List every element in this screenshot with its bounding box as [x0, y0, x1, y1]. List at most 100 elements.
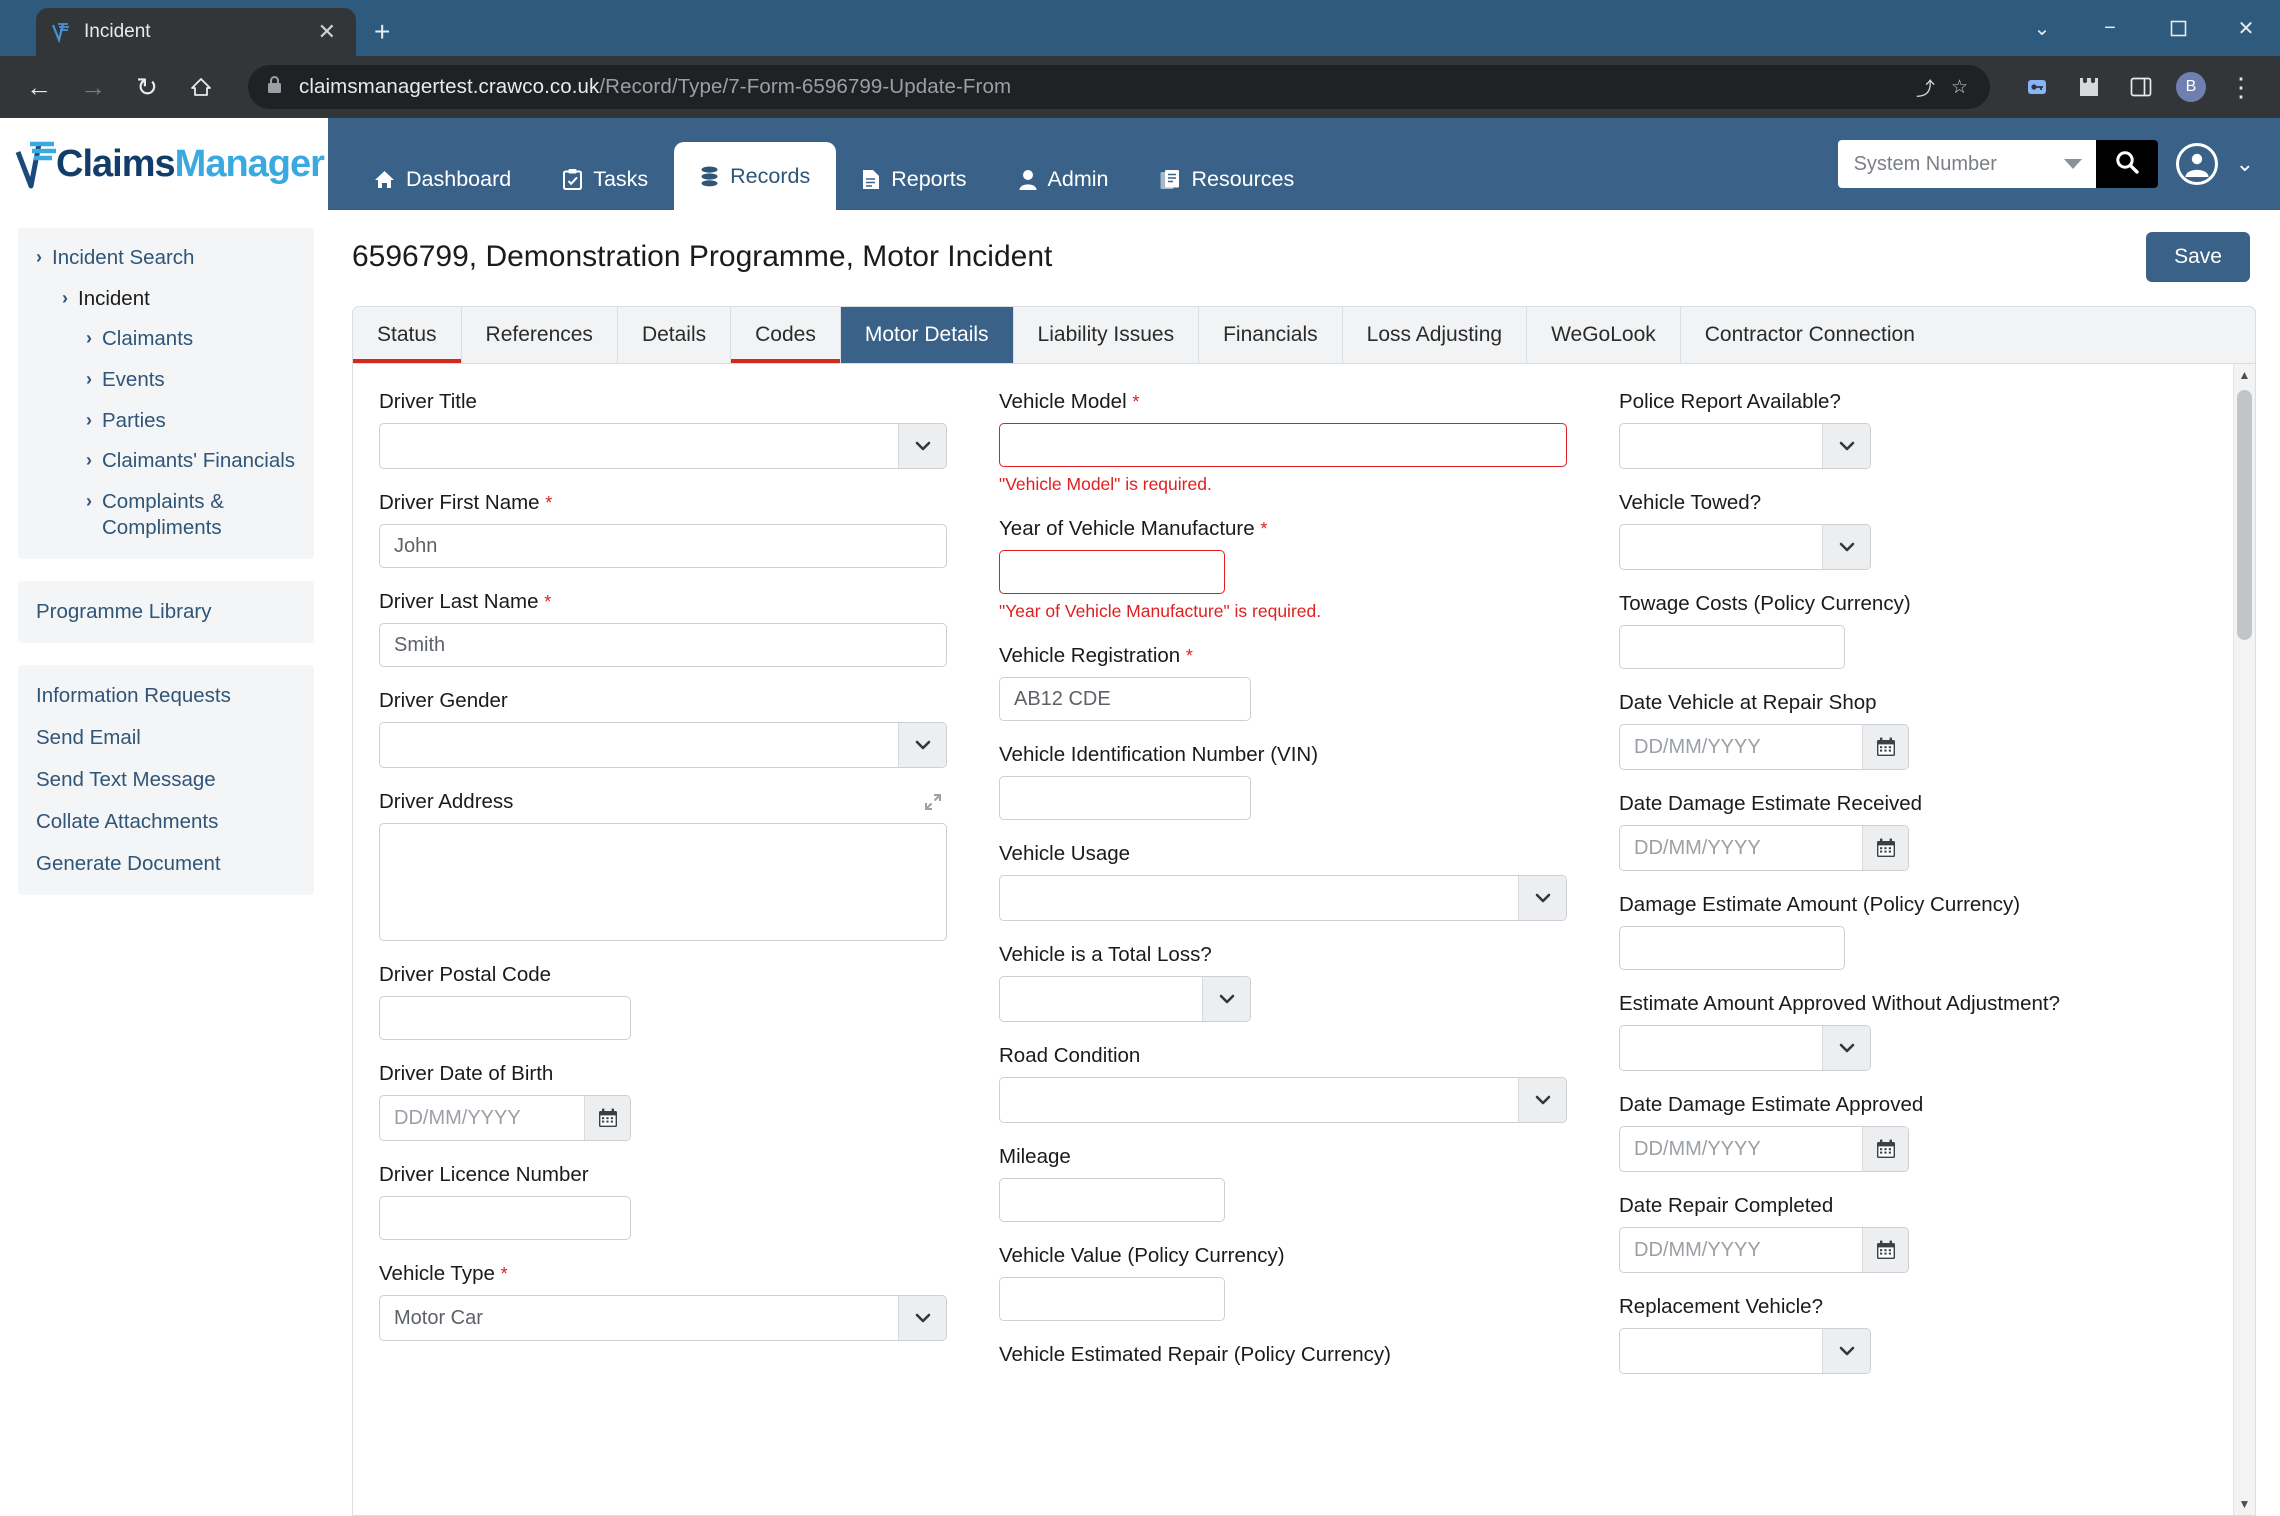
vehicle-towed-select[interactable]	[1619, 524, 1871, 570]
vin-input[interactable]	[999, 776, 1251, 820]
sidebar-item-programme-library[interactable]: Programme Library	[18, 591, 314, 633]
police-report-available-select[interactable]	[1619, 423, 1871, 469]
nav-item-admin[interactable]: Admin	[993, 148, 1135, 210]
back-icon[interactable]: ←	[22, 70, 56, 104]
tab-close-icon[interactable]: ✕	[312, 21, 342, 43]
vehicle-usage-select[interactable]	[999, 875, 1567, 921]
tab-codes[interactable]: Codes	[731, 307, 841, 363]
towage-costs-input[interactable]	[1619, 625, 1845, 669]
save-button[interactable]: Save	[2146, 232, 2250, 282]
reload-icon[interactable]: ↻	[130, 70, 164, 104]
driver-postal-code-input[interactable]	[379, 996, 631, 1040]
driver-licence-number-input[interactable]	[379, 1196, 631, 1240]
calendar-icon[interactable]	[1862, 725, 1908, 769]
date-vehicle-at-repair-shop-input[interactable]: DD/MM/YYYY	[1619, 724, 1909, 770]
sidebar-item-generate-document[interactable]: Generate Document	[18, 843, 314, 885]
window-chevron-icon[interactable]: ⌄	[2008, 0, 2076, 56]
year-of-vehicle-manufacture-input[interactable]	[999, 550, 1225, 594]
search-input[interactable]: System Number	[1837, 140, 2096, 188]
sidebar-item-claimants-financials[interactable]: › Claimants' Financials	[18, 441, 314, 482]
tab-references[interactable]: References	[461, 307, 618, 363]
browser-profile-avatar[interactable]: B	[2176, 72, 2206, 102]
nav-item-dashboard[interactable]: Dashboard	[348, 148, 537, 210]
sidebar-item-claimants[interactable]: › Claimants	[18, 319, 314, 360]
estimate-amount-approved-select[interactable]	[1619, 1025, 1871, 1071]
required-asterisk: *	[544, 592, 552, 612]
search-button[interactable]	[2095, 140, 2158, 188]
label-driver-date-of-birth: Driver Date of Birth	[379, 1062, 554, 1085]
driver-last-name-input[interactable]: Smith	[379, 623, 947, 667]
tab-financials[interactable]: Financials	[1199, 307, 1343, 363]
date-damage-estimate-received-input[interactable]: DD/MM/YYYY	[1619, 825, 1909, 871]
bookmark-star-icon[interactable]: ☆	[1951, 76, 1968, 99]
scrollbar-thumb[interactable]	[2237, 390, 2252, 640]
field-replacement-vehicle: Replacement Vehicle?	[1619, 1295, 2207, 1374]
user-avatar-icon[interactable]	[2175, 143, 2218, 185]
app-logo[interactable]: Claims Manager	[0, 118, 328, 210]
calendar-icon[interactable]	[1862, 1127, 1908, 1171]
scroll-down-arrow-icon[interactable]: ▼	[2234, 1493, 2255, 1515]
driver-gender-select[interactable]	[379, 722, 947, 768]
chevron-right-icon: ›	[86, 409, 92, 430]
vehicle-model-input[interactable]	[999, 423, 1567, 467]
vehicle-total-loss-select[interactable]	[999, 976, 1251, 1022]
sidebar-item-send-email[interactable]: Send Email	[18, 717, 314, 759]
mileage-input[interactable]	[999, 1178, 1225, 1222]
driver-address-textarea[interactable]	[379, 823, 947, 941]
sidebar-item-incident[interactable]: › Incident	[18, 279, 314, 320]
vehicle-value-input[interactable]	[999, 1277, 1225, 1321]
share-icon[interactable]: ⤴	[1916, 74, 1935, 101]
nav-item-resources[interactable]: Resources	[1134, 148, 1320, 210]
vehicle-registration-input[interactable]: AB12 CDE	[999, 677, 1251, 721]
extensions-puzzle-icon[interactable]	[2072, 70, 2106, 104]
nav-item-tasks[interactable]: Tasks	[537, 148, 674, 210]
address-bar[interactable]: claimsmanagertest.crawco.co.uk/Record/Ty…	[248, 65, 1990, 109]
forward-icon[interactable]: →	[76, 70, 110, 104]
sidebar-item-send-text-message[interactable]: Send Text Message	[18, 759, 314, 801]
sidebar-item-information-requests[interactable]: Information Requests	[18, 675, 314, 717]
damage-estimate-amount-input[interactable]	[1619, 926, 1845, 970]
password-manager-icon[interactable]	[2020, 70, 2054, 104]
scroll-up-arrow-icon[interactable]: ▲	[2234, 364, 2255, 386]
tab-liability-issues[interactable]: Liability Issues	[1013, 307, 1200, 363]
driver-title-select[interactable]	[379, 423, 947, 469]
nav-item-reports[interactable]: Reports	[836, 148, 992, 210]
field-driver-title: Driver Title	[379, 390, 947, 469]
sidebar-item-collate-attachments[interactable]: Collate Attachments	[18, 801, 314, 843]
chevron-right-icon: ›	[62, 287, 68, 308]
calendar-icon[interactable]	[584, 1096, 630, 1140]
driver-first-name-input[interactable]: John	[379, 524, 947, 568]
tab-motor-details[interactable]: Motor Details	[840, 307, 1014, 363]
expand-icon[interactable]	[923, 792, 943, 817]
form-vertical-scrollbar[interactable]: ▲ ▼	[2233, 364, 2255, 1515]
sidebar-item-events[interactable]: › Events	[18, 360, 314, 401]
road-condition-select[interactable]	[999, 1077, 1567, 1123]
calendar-icon[interactable]	[1862, 826, 1908, 870]
home-icon[interactable]	[184, 70, 218, 104]
date-repair-completed-input[interactable]: DD/MM/YYYY	[1619, 1227, 1909, 1273]
window-close-button[interactable]: ✕	[2212, 0, 2280, 56]
tab-status[interactable]: Status	[353, 307, 462, 363]
window-maximize-button[interactable]	[2144, 0, 2212, 56]
label-driver-title: Driver Title	[379, 390, 477, 413]
window-minimize-button[interactable]: −	[2076, 0, 2144, 56]
date-damage-estimate-approved-input[interactable]: DD/MM/YYYY	[1619, 1126, 1909, 1172]
driver-date-of-birth-input[interactable]: DD/MM/YYYY	[379, 1095, 631, 1141]
sidebar-item-parties[interactable]: › Parties	[18, 401, 314, 442]
tab-wegolook[interactable]: WeGoLook	[1527, 307, 1681, 363]
tab-contractor-connection[interactable]: Contractor Connection	[1680, 307, 1939, 363]
calendar-icon[interactable]	[1862, 1228, 1908, 1272]
user-menu-chevron-icon[interactable]: ⌄	[2236, 151, 2254, 177]
sidebar-item-incident-search[interactable]: › Incident Search	[18, 238, 314, 279]
nav-item-records[interactable]: Records	[674, 142, 837, 210]
new-tab-button[interactable]: +	[374, 18, 390, 46]
vehicle-type-select[interactable]: Motor Car	[379, 1295, 947, 1341]
tab-loss-adjusting[interactable]: Loss Adjusting	[1342, 307, 1528, 363]
tab-details[interactable]: Details	[617, 307, 732, 363]
browser-tab[interactable]: Incident ✕	[36, 8, 356, 56]
side-panel-icon[interactable]	[2124, 70, 2158, 104]
sidebar-item-complaints-compliments[interactable]: › Complaints & Compliments	[18, 482, 314, 549]
browser-menu-icon[interactable]: ⋮	[2224, 70, 2258, 104]
chevron-down-icon[interactable]	[2063, 159, 2082, 169]
replacement-vehicle-select[interactable]	[1619, 1328, 1871, 1374]
